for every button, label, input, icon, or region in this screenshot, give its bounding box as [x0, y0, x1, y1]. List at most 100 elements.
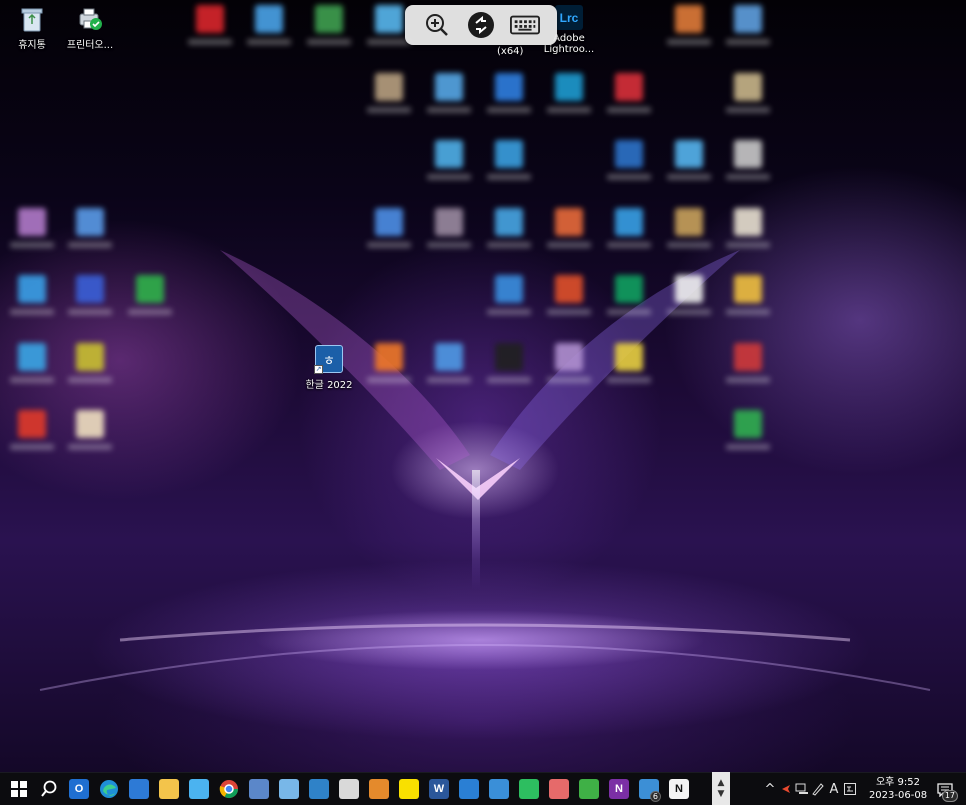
blurred-desktop-icon[interactable]	[716, 275, 780, 325]
blurred-app-icon	[18, 410, 46, 438]
brush-icon	[459, 779, 479, 799]
blurred-desktop-icon[interactable]	[477, 73, 541, 123]
blurred-desktop-icon[interactable]	[357, 73, 421, 123]
taskbar-spinner-button[interactable]	[334, 773, 364, 805]
taskbar-app-blue-button[interactable]	[304, 773, 334, 805]
taskbar-multi-window-button[interactable]: 6	[634, 773, 664, 805]
blurred-desktop-icon[interactable]	[716, 208, 780, 258]
connection-button[interactable]	[466, 10, 496, 40]
taskbar-notion-button[interactable]: N	[664, 773, 694, 805]
pen-icon[interactable]	[810, 773, 826, 805]
blurred-app-icon	[675, 140, 703, 168]
recycle-bin-shortcut[interactable]: 휴지통	[0, 5, 64, 55]
blurred-desktop-icon[interactable]	[537, 73, 601, 123]
bird-icon	[189, 779, 209, 799]
blurred-desktop-icon[interactable]	[537, 343, 601, 393]
blurred-desktop-icon[interactable]	[58, 343, 122, 393]
blurred-desktop-icon[interactable]	[417, 73, 481, 123]
keyboard-button[interactable]	[510, 10, 540, 40]
notification-center-button[interactable]: 17	[930, 773, 960, 805]
blurred-desktop-icon[interactable]	[597, 208, 661, 258]
blurred-desktop-icon[interactable]	[477, 208, 541, 258]
blurred-desktop-icon[interactable]	[597, 140, 661, 190]
hangul-ime-icon[interactable]	[842, 773, 858, 805]
blurred-app-icon	[615, 73, 643, 101]
tray-overflow-button[interactable]: ^	[762, 773, 778, 805]
ime-mode-indicator[interactable]: A	[826, 773, 842, 805]
taskbar-twitter-button[interactable]	[184, 773, 214, 805]
search-icon	[41, 780, 57, 797]
blurred-app-icon	[315, 5, 343, 33]
taskbar-remote-desktop-button[interactable]	[484, 773, 514, 805]
taskbar-outlook-button[interactable]: O	[64, 773, 94, 805]
blurred-desktop-icon[interactable]	[657, 208, 721, 258]
blurred-label	[607, 377, 651, 383]
blurred-app-icon	[375, 5, 403, 33]
blurred-desktop-icon[interactable]	[657, 5, 721, 55]
blurred-desktop-icon[interactable]	[477, 275, 541, 325]
blurred-app-icon	[615, 208, 643, 236]
keyboard-icon	[510, 15, 540, 35]
blurred-desktop-icon[interactable]	[58, 208, 122, 258]
taskbar-evernote-button[interactable]	[514, 773, 544, 805]
blurred-desktop-icon[interactable]	[537, 208, 601, 258]
blurred-desktop-icon[interactable]	[477, 140, 541, 190]
blurred-desktop-icon[interactable]	[716, 410, 780, 460]
taskbar-books-button[interactable]	[274, 773, 304, 805]
clock-time: 오후 9:52	[875, 777, 921, 788]
blurred-desktop-icon[interactable]	[537, 275, 601, 325]
blurred-desktop-icon[interactable]	[118, 275, 182, 325]
zoom-button[interactable]	[422, 10, 452, 40]
taskbar-search-button[interactable]	[34, 773, 64, 805]
blurred-desktop-icon[interactable]	[58, 410, 122, 460]
blurred-desktop-icon[interactable]	[0, 410, 64, 460]
blurred-app-icon	[734, 343, 762, 371]
taskbar-edge-button[interactable]	[94, 773, 124, 805]
blurred-desktop-icon[interactable]	[297, 5, 361, 55]
blurred-desktop-icon[interactable]	[0, 275, 64, 325]
taskbar-word-button[interactable]: W	[424, 773, 454, 805]
blurred-desktop-icon[interactable]	[716, 73, 780, 123]
blurred-desktop-icon[interactable]	[657, 140, 721, 190]
blurred-desktop-icon[interactable]	[716, 140, 780, 190]
taskbar-paint-app-button[interactable]	[454, 773, 484, 805]
taskbar-store-button[interactable]	[124, 773, 154, 805]
blurred-desktop-icon[interactable]	[0, 343, 64, 393]
blurred-desktop-icon[interactable]	[357, 208, 421, 258]
clock[interactable]: 오후 9:52 2023-06-08	[866, 773, 930, 805]
blurred-desktop-icon[interactable]	[597, 73, 661, 123]
blurred-desktop-icon[interactable]	[477, 343, 541, 393]
taskbar-pc-button[interactable]	[244, 773, 274, 805]
blurred-desktop-icon[interactable]	[237, 5, 301, 55]
blurred-desktop-icon[interactable]	[657, 275, 721, 325]
taskbar-start-button[interactable]	[4, 773, 34, 805]
taskbar-paint-button[interactable]	[544, 773, 574, 805]
blurred-desktop-icon[interactable]	[417, 208, 481, 258]
printer-app-shortcut[interactable]: 프린터오...	[58, 5, 122, 55]
blurred-desktop-icon[interactable]	[597, 343, 661, 393]
blurred-desktop-icon[interactable]	[357, 343, 421, 393]
blurred-desktop-icon[interactable]	[597, 275, 661, 325]
zoom-in-icon	[426, 14, 448, 36]
taskbar-explorer-button[interactable]	[154, 773, 184, 805]
blurred-desktop-icon[interactable]	[417, 343, 481, 393]
blurred-app-icon	[76, 343, 104, 371]
taskbar-scroll-control[interactable]: ▲ ▼	[712, 772, 730, 805]
blurred-desktop-icon[interactable]	[178, 5, 242, 55]
network-icon[interactable]	[794, 773, 810, 805]
taskbar-chrome-button[interactable]	[214, 773, 244, 805]
hangul-2022-shortcut[interactable]: ㅎ ↗ 한글 2022	[297, 345, 361, 395]
recycle-icon	[579, 779, 599, 799]
blurred-desktop-icon[interactable]	[58, 275, 122, 325]
taskbar-winamp-button[interactable]	[364, 773, 394, 805]
taskbar-onenote-button[interactable]: N	[604, 773, 634, 805]
blurred-desktop-icon[interactable]	[417, 140, 481, 190]
taskbar: O W N6N ^ A 오후 9:52 2023-06-08 17	[0, 772, 966, 805]
blurred-desktop-icon[interactable]	[716, 343, 780, 393]
taskbar-kakaotalk-button[interactable]	[394, 773, 424, 805]
blurred-desktop-icon[interactable]	[0, 208, 64, 258]
taskbar-recycle-app-button[interactable]	[574, 773, 604, 805]
tray-flag-icon[interactable]	[778, 773, 794, 805]
blurred-desktop-icon[interactable]	[716, 5, 780, 55]
blurred-label	[367, 39, 411, 45]
